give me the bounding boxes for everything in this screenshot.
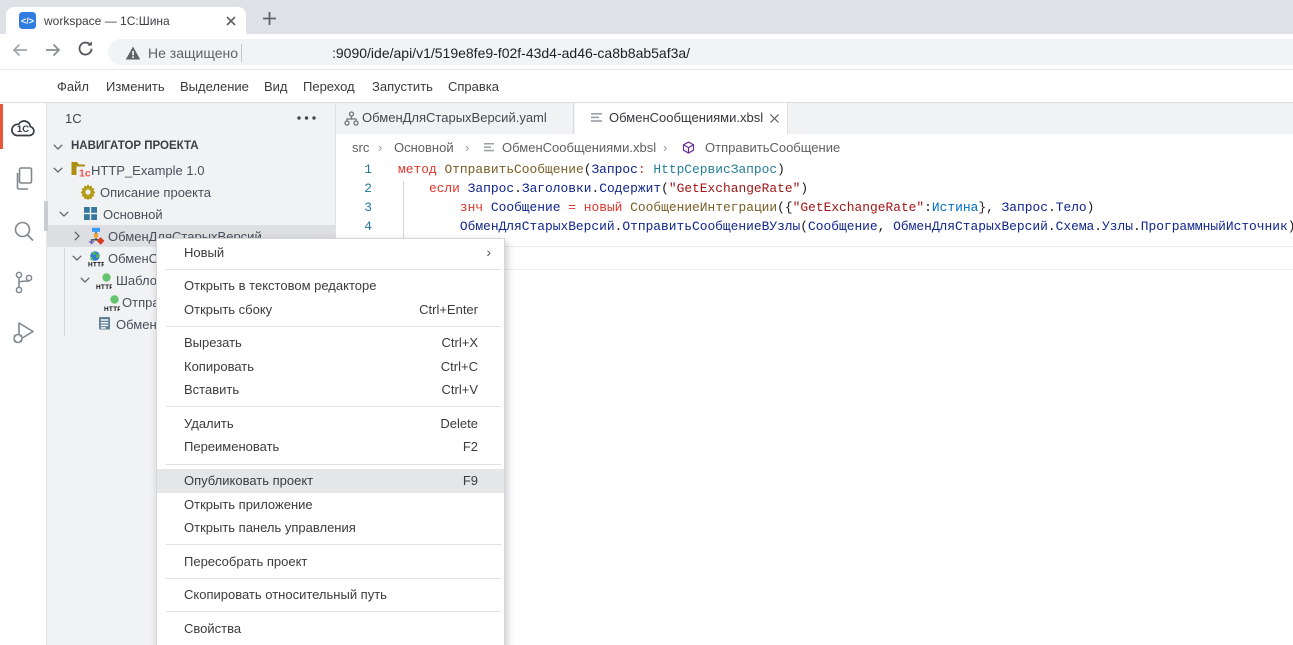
svg-text:1с: 1с [79,168,91,180]
svg-text:</>: </> [21,16,34,26]
svg-text:1C: 1C [17,124,29,135]
svg-text:HTTP: HTTP [88,262,104,268]
svg-text:HTTP: HTTP [104,306,120,312]
svg-text:HTTP: HTTP [96,284,112,290]
